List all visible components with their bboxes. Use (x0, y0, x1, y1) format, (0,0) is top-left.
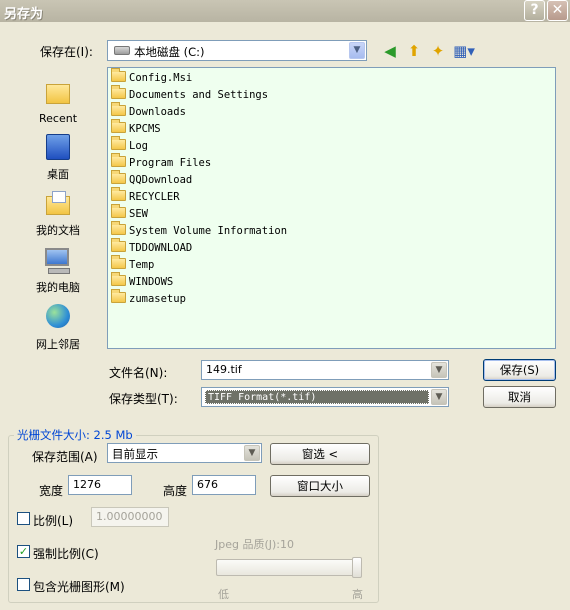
save-button[interactable]: 保存(S) (483, 359, 556, 381)
title-bar: 另存为 (0, 0, 570, 22)
save-range-label: 保存范围(A) (32, 450, 98, 464)
place-label: 桌面 (47, 168, 69, 181)
filetype-select[interactable]: TIFF Format(*.tif) ▼ (201, 387, 449, 407)
height-label: 高度 (163, 484, 188, 498)
slider-thumb[interactable] (352, 557, 362, 578)
scale-checkbox[interactable] (17, 512, 30, 525)
folder-icon (111, 102, 126, 116)
filename-label: 文件名(N): (109, 366, 168, 380)
list-item[interactable]: Program Files (111, 153, 211, 171)
scale-label: 比例(L) (33, 514, 74, 528)
folder-icon (111, 289, 126, 303)
window-title: 另存为 (4, 7, 44, 22)
width-label: 宽度 (39, 484, 64, 498)
place-recent[interactable]: Recent (20, 78, 96, 125)
filename-input[interactable]: 149.tif ▼ (201, 360, 449, 380)
jpeg-quality-slider[interactable] (216, 559, 362, 576)
close-button[interactable]: ✕ (547, 0, 568, 21)
list-item[interactable]: SEW (111, 204, 148, 222)
folder-icon (111, 272, 126, 286)
filetype-label: 保存类型(T): (109, 392, 178, 406)
place-desktop[interactable]: 桌面 (20, 132, 96, 182)
window-size-button[interactable]: 窗口大小 (270, 475, 370, 497)
slider-low-label: 低 (218, 588, 229, 601)
include-raster-checkbox[interactable] (17, 578, 30, 591)
chevron-down-icon[interactable]: ▼ (431, 362, 447, 378)
filetype-value: TIFF Format(*.tif) (205, 390, 429, 404)
folder-icon (111, 68, 126, 82)
list-item[interactable]: Downloads (111, 102, 186, 120)
height-input[interactable]: 676 (192, 475, 256, 495)
width-input[interactable]: 1276 (68, 475, 132, 495)
up-folder-icon[interactable]: ⬆ (404, 41, 424, 61)
list-item[interactable]: WINDOWS (111, 272, 173, 290)
folder-icon (111, 221, 126, 235)
slider-high-label: 高 (352, 588, 363, 601)
folder-icon (111, 170, 126, 184)
scale-input[interactable]: 1.00000000 (91, 507, 169, 527)
list-item[interactable]: System Volume Information (111, 221, 287, 239)
force-scale-label: 强制比例(C) (33, 547, 99, 561)
new-folder-icon[interactable]: ✦ (428, 41, 448, 61)
place-my-documents[interactable]: 我的文档 (20, 188, 96, 238)
desktop-icon (42, 132, 74, 164)
chevron-down-icon[interactable]: ▼ (431, 389, 447, 405)
chevron-down-icon[interactable]: ▼ (244, 445, 260, 461)
list-item[interactable]: Documents and Settings (111, 85, 268, 103)
list-item[interactable]: Config.Msi (111, 68, 192, 86)
place-label: 我的文档 (36, 224, 80, 237)
place-label: Recent (38, 112, 78, 125)
back-icon[interactable]: ◀ (380, 41, 400, 61)
save-in-label: 保存在(I): (40, 45, 93, 59)
place-label: 网上邻居 (36, 338, 80, 351)
list-item[interactable]: QQDownload (111, 170, 192, 188)
list-item[interactable]: zumasetup (111, 289, 186, 307)
cancel-button[interactable]: 取消 (483, 386, 556, 408)
folder-icon (111, 187, 126, 201)
help-button[interactable]: ? (524, 0, 545, 21)
force-scale-checkbox[interactable]: ✓ (17, 545, 30, 558)
network-places-icon (42, 302, 74, 334)
folder-icon (111, 136, 126, 150)
save-in-value: 本地磁盘 (C:) (134, 45, 205, 59)
place-my-computer[interactable]: 我的电脑 (20, 245, 96, 295)
drive-icon (114, 46, 130, 55)
list-item[interactable]: Temp (111, 255, 154, 273)
folder-icon (111, 85, 126, 99)
folder-icon (111, 255, 126, 269)
save-in-dropdown[interactable]: 本地磁盘 (C:) ▼ (107, 40, 367, 61)
file-list[interactable]: Config.Msi Documents and Settings Downlo… (107, 67, 556, 349)
chevron-down-icon[interactable]: ▼ (349, 42, 365, 59)
place-label: 我的电脑 (36, 281, 80, 294)
include-raster-label: 包含光栅图形(M) (33, 580, 125, 594)
views-menu-icon[interactable]: ▦▾ (452, 41, 476, 61)
list-item[interactable]: KPCMS (111, 119, 161, 137)
folder-icon (111, 204, 126, 218)
my-documents-icon (42, 188, 74, 220)
raster-size-title: 光栅文件大小: 2.5 Mb (14, 427, 136, 443)
my-computer-icon (42, 245, 74, 277)
filename-value: 149.tif (206, 363, 242, 376)
list-item[interactable]: TDDOWNLOAD (111, 238, 192, 256)
save-range-value: 目前显示 (112, 447, 158, 461)
list-item[interactable]: RECYCLER (111, 187, 180, 205)
jpeg-quality-label: Jpeg 品质(J):10 (215, 538, 295, 551)
folder-icon (111, 238, 126, 252)
save-range-select[interactable]: 目前显示 ▼ (107, 443, 262, 463)
folder-icon (111, 119, 126, 133)
list-item[interactable]: Log (111, 136, 148, 154)
window-select-button[interactable]: 窗选 < (270, 443, 370, 465)
place-network[interactable]: 网上邻居 (20, 302, 96, 352)
recent-icon (42, 78, 74, 110)
folder-icon (111, 153, 126, 167)
